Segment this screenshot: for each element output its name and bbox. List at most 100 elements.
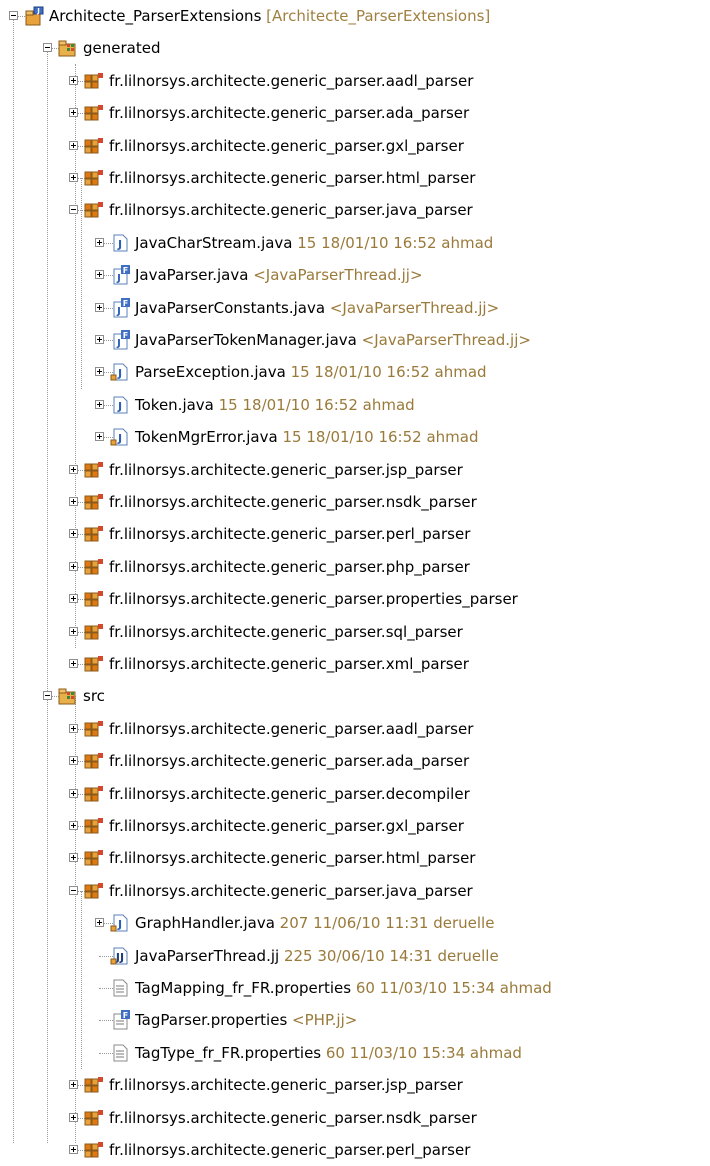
expand-toggle-icon[interactable]	[69, 1080, 78, 1089]
tree-package-node[interactable]: fr.lilnorsys.architecte.generic_parser.j…	[0, 875, 710, 907]
node-name: fr.lilnorsys.architecte.generic_parser.p…	[109, 525, 471, 543]
tree-package-node[interactable]: fr.lilnorsys.architecte.generic_parser.p…	[0, 551, 710, 583]
tree-package-node[interactable]: fr.lilnorsys.architecte.generic_parser.h…	[0, 162, 710, 194]
tree-node-label: fr.lilnorsys.architecte.generic_parser.a…	[109, 97, 469, 129]
tree-file-node[interactable]: J Token.java 15 18/01/10 16:52 ahmad	[0, 389, 710, 421]
tree-package-node[interactable]: fr.lilnorsys.architecte.generic_parser.a…	[0, 65, 710, 97]
node-decoration: 225 30/06/10 14:31 deruelle	[279, 947, 499, 965]
tree-node-label: fr.lilnorsys.architecte.generic_parser.p…	[109, 1134, 470, 1166]
expand-toggle-icon[interactable]	[69, 465, 78, 474]
expand-toggle-icon[interactable]	[69, 724, 78, 733]
tree-file-node[interactable]: J TokenMgrError.java 15 18/01/10 16:52 ah…	[0, 421, 710, 453]
node-name: src	[83, 687, 105, 705]
tree-package-node[interactable]: fr.lilnorsys.architecte.generic_parser.a…	[0, 97, 710, 129]
tree-package-node[interactable]: fr.lilnorsys.architecte.generic_parser.d…	[0, 778, 710, 810]
node-name: TagParser.properties	[135, 1011, 288, 1029]
tree-file-node[interactable]: J F JavaParser.java <JavaParserThread.jj>	[0, 259, 710, 291]
collapse-toggle-icon[interactable]	[43, 691, 52, 700]
package-icon	[83, 71, 105, 91]
expand-toggle-icon[interactable]	[69, 659, 78, 668]
collapse-toggle-icon[interactable]	[43, 43, 52, 52]
expand-toggle-icon[interactable]	[95, 918, 104, 927]
tree-package-node[interactable]: fr.lilnorsys.architecte.generic_parser.p…	[0, 583, 710, 615]
expand-toggle-icon[interactable]	[69, 529, 78, 538]
tree-file-node[interactable]: J JavaCharStream.java 15 18/01/10 16:52 a…	[0, 227, 710, 259]
expand-toggle-icon[interactable]	[69, 1145, 78, 1154]
tree-file-node[interactable]: J F JavaParserTokenManager.java <JavaParse…	[0, 324, 710, 356]
expand-toggle-icon[interactable]	[69, 173, 78, 182]
tree-package-node[interactable]: fr.lilnorsys.architecte.generic_parser.n…	[0, 486, 710, 518]
node-name: fr.lilnorsys.architecte.generic_parser.s…	[109, 623, 463, 641]
expand-toggle-icon[interactable]	[95, 432, 104, 441]
collapse-toggle-icon[interactable]	[69, 205, 78, 214]
tree-node-label: TagMapping_fr_FR.properties 60 11/03/10 …	[135, 972, 552, 1004]
tree-package-node[interactable]: fr.lilnorsys.architecte.generic_parser.n…	[0, 1102, 710, 1134]
expand-toggle-icon[interactable]	[69, 627, 78, 636]
expand-toggle-icon[interactable]	[69, 1113, 78, 1122]
java-file-icon: J	[109, 913, 131, 933]
expand-toggle-icon[interactable]	[69, 821, 78, 830]
expand-toggle-icon[interactable]	[95, 303, 104, 312]
tree-package-node[interactable]: fr.lilnorsys.architecte.generic_parser.a…	[0, 745, 710, 777]
expand-toggle-icon[interactable]	[69, 76, 78, 85]
collapse-toggle-icon[interactable]	[69, 886, 78, 895]
expand-toggle-icon[interactable]	[95, 367, 104, 376]
expand-toggle-icon[interactable]	[69, 562, 78, 571]
javacc-file-icon: JJ	[109, 946, 131, 966]
tree-file-node[interactable]: J ParseException.java 15 18/01/10 16:52 a…	[0, 356, 710, 388]
expand-toggle-icon[interactable]	[95, 238, 104, 247]
tree-node-label: JavaParser.java <JavaParserThread.jj>	[135, 259, 423, 291]
package-icon	[83, 751, 105, 771]
expand-toggle-icon[interactable]	[69, 594, 78, 603]
node-name: fr.lilnorsys.architecte.generic_parser.h…	[109, 169, 476, 187]
tree-node-label: generated	[83, 32, 160, 64]
tree-file-node[interactable]: F TagParser.properties <PHP.jj>	[0, 1004, 710, 1036]
node-name: fr.lilnorsys.architecte.generic_parser.j…	[109, 882, 473, 900]
package-icon	[83, 460, 105, 480]
tree-package-node[interactable]: fr.lilnorsys.architecte.generic_parser.a…	[0, 713, 710, 745]
node-name: fr.lilnorsys.architecte.generic_parser.g…	[109, 817, 464, 835]
tree-package-node[interactable]: fr.lilnorsys.architecte.generic_parser.j…	[0, 454, 710, 486]
tree-package-node[interactable]: fr.lilnorsys.architecte.generic_parser.h…	[0, 842, 710, 874]
generated-properties-file-icon: F	[109, 1010, 131, 1030]
tree-folder-src[interactable]: src	[0, 680, 710, 712]
expand-toggle-icon[interactable]	[69, 108, 78, 117]
svg-text:J: J	[117, 432, 122, 445]
tree-package-node[interactable]: fr.lilnorsys.architecte.generic_parser.g…	[0, 810, 710, 842]
tree-project-node[interactable]: J Architecte_ParserExtensions [Architecte…	[0, 0, 710, 32]
tree-node-label: fr.lilnorsys.architecte.generic_parser.a…	[109, 745, 469, 777]
java-file-icon: J	[109, 427, 131, 447]
expand-toggle-icon[interactable]	[69, 756, 78, 765]
expand-toggle-icon[interactable]	[69, 141, 78, 150]
tree-package-node[interactable]: fr.lilnorsys.architecte.generic_parser.j…	[0, 1069, 710, 1101]
expand-toggle-icon[interactable]	[69, 853, 78, 862]
properties-file-icon	[109, 1043, 131, 1063]
tree-package-node[interactable]: fr.lilnorsys.architecte.generic_parser.g…	[0, 130, 710, 162]
tree-file-node[interactable]: JJ JavaParserThread.jj 225 30/06/10 14:31…	[0, 940, 710, 972]
collapse-toggle-icon[interactable]	[9, 11, 18, 20]
expand-toggle-icon[interactable]	[95, 270, 104, 279]
svg-text:F: F	[123, 266, 128, 275]
tree-node-label: JavaCharStream.java 15 18/01/10 16:52 ah…	[135, 227, 493, 259]
tree-package-node[interactable]: fr.lilnorsys.architecte.generic_parser.p…	[0, 1134, 710, 1166]
tree-package-node[interactable]: fr.lilnorsys.architecte.generic_parser.x…	[0, 648, 710, 680]
node-decoration: 207 11/06/10 11:31 deruelle	[274, 914, 495, 932]
tree-file-node[interactable]: TagType_fr_FR.properties 60 11/03/10 15:…	[0, 1037, 710, 1069]
node-name: JavaParserThread.jj	[135, 947, 280, 965]
node-decoration: 15 18/01/10 16:52 ahmad	[292, 234, 494, 252]
tree-node-label: TagType_fr_FR.properties 60 11/03/10 15:…	[135, 1037, 522, 1069]
expand-toggle-icon[interactable]	[69, 497, 78, 506]
tree-node-label: fr.lilnorsys.architecte.generic_parser.s…	[109, 616, 463, 648]
tree-package-node[interactable]: fr.lilnorsys.architecte.generic_parser.s…	[0, 616, 710, 648]
expand-toggle-icon[interactable]	[95, 335, 104, 344]
tree-folder-generated[interactable]: generated	[0, 32, 710, 64]
expand-toggle-icon[interactable]	[69, 789, 78, 798]
java-file-icon: J	[109, 233, 131, 253]
expand-toggle-icon[interactable]	[95, 400, 104, 409]
tree-file-node[interactable]: J F JavaParserConstants.java <JavaParserTh…	[0, 292, 710, 324]
tree-package-node[interactable]: fr.lilnorsys.architecte.generic_parser.j…	[0, 194, 710, 226]
node-decoration: [Architecte_ParserExtensions]	[261, 7, 491, 25]
tree-package-node[interactable]: fr.lilnorsys.architecte.generic_parser.p…	[0, 518, 710, 550]
tree-file-node[interactable]: TagMapping_fr_FR.properties 60 11/03/10 …	[0, 972, 710, 1004]
tree-file-node[interactable]: J GraphHandler.java 207 11/06/10 11:31 de…	[0, 907, 710, 939]
